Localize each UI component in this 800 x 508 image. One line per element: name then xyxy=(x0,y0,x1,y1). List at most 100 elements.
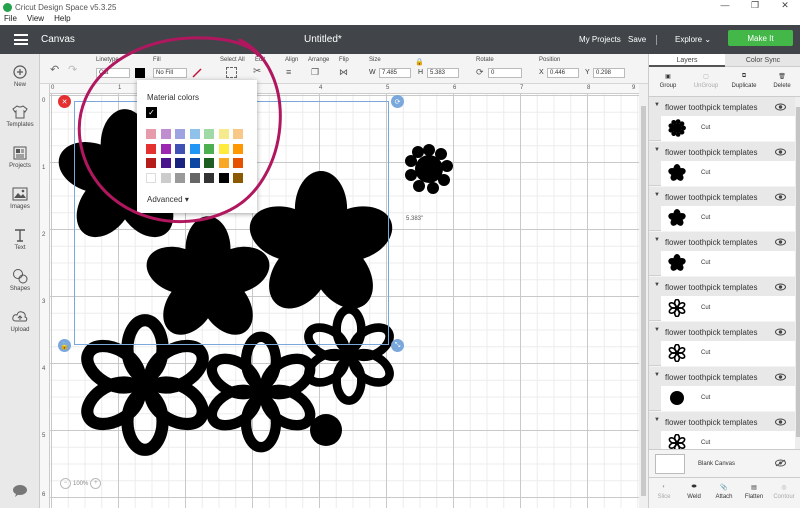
color-swatch[interactable] xyxy=(160,172,171,183)
eye-icon[interactable] xyxy=(775,373,786,381)
eye-icon[interactable] xyxy=(775,283,786,291)
zoom-out-button[interactable]: − xyxy=(60,478,71,489)
minimize-button[interactable]: — xyxy=(710,0,740,11)
layer-item[interactable]: ▼ flower toothpick templates Cut xyxy=(649,187,795,231)
collapse-caret-icon[interactable]: ▼ xyxy=(654,282,660,288)
canvas-vertical-scrollbar[interactable] xyxy=(639,84,648,508)
tab-color-sync[interactable]: Color Sync xyxy=(725,54,800,67)
color-swatch[interactable] xyxy=(204,143,214,154)
delete-button[interactable]: 🗑 Delete xyxy=(763,67,800,90)
header-divider xyxy=(656,34,657,45)
contour-button[interactable]: ◎ Contour xyxy=(769,478,799,501)
color-swatch[interactable] xyxy=(175,129,185,139)
color-swatch[interactable] xyxy=(204,129,214,139)
zoom-in-button[interactable]: + xyxy=(90,478,102,489)
flatten-label: Flatten xyxy=(744,494,764,500)
color-swatch[interactable] xyxy=(160,143,171,154)
layer-item[interactable]: ▼ flower toothpick templates Cut xyxy=(649,232,795,276)
layer-cut-label: Cut xyxy=(701,440,711,446)
layer-item[interactable]: ▼ flower toothpick templates Cut xyxy=(649,142,795,186)
layer-item[interactable]: ▼ flower toothpick templates Cut xyxy=(649,367,795,411)
selected-color-check[interactable]: ✓ xyxy=(146,107,157,118)
blank-canvas-row[interactable]: Blank Canvas xyxy=(649,449,800,477)
eye-icon[interactable] xyxy=(775,103,786,111)
collapse-caret-icon[interactable]: ▼ xyxy=(654,192,660,198)
layer-sub-item[interactable]: Cut xyxy=(661,251,795,276)
weld-icon: ⬬ xyxy=(691,483,697,490)
blank-canvas-swatch[interactable] xyxy=(655,454,685,474)
collapse-caret-icon[interactable]: ▼ xyxy=(654,417,660,423)
make-it-button[interactable]: Make It xyxy=(728,30,793,46)
color-swatch[interactable] xyxy=(146,172,156,183)
color-swatch[interactable] xyxy=(146,158,156,168)
color-swatch[interactable] xyxy=(204,172,214,183)
rotate-handle-icon[interactable]: ⟳ xyxy=(391,95,404,108)
collapse-caret-icon[interactable]: ▼ xyxy=(654,327,660,333)
color-swatch[interactable] xyxy=(204,158,214,168)
resize-handle-icon[interactable]: ⤡ xyxy=(391,339,404,352)
circle-shape[interactable] xyxy=(310,414,342,446)
eye-icon[interactable] xyxy=(775,148,786,156)
collapse-caret-icon[interactable]: ▼ xyxy=(654,102,660,108)
color-swatch[interactable] xyxy=(233,172,243,183)
flower-shape-outline-2[interactable] xyxy=(206,337,317,447)
flower-shape-round[interactable] xyxy=(405,144,453,194)
delete-label: Delete xyxy=(773,83,791,89)
maximize-button[interactable]: ❐ xyxy=(740,0,770,11)
layer-item[interactable]: ▼ flower toothpick templates Cut xyxy=(649,322,795,366)
layer-sub-item[interactable]: Cut xyxy=(661,161,795,186)
color-swatch[interactable] xyxy=(218,158,229,168)
eye-icon[interactable] xyxy=(775,418,786,426)
color-swatch[interactable] xyxy=(218,129,229,139)
layers-scrollbar[interactable] xyxy=(795,97,800,449)
color-swatch[interactable] xyxy=(233,158,243,168)
color-swatch[interactable] xyxy=(218,172,229,183)
lock-handle-icon[interactable]: 🔒 xyxy=(58,339,71,352)
layer-title: flower toothpick templates xyxy=(665,328,758,337)
color-swatch[interactable] xyxy=(146,143,156,154)
layer-sub-item[interactable]: Cut xyxy=(661,341,795,366)
eye-icon[interactable] xyxy=(775,193,786,201)
flower-round-thumb xyxy=(667,118,686,137)
weld-button[interactable]: ⬬ Weld xyxy=(679,478,709,501)
duplicate-icon: ⧉ xyxy=(741,72,747,79)
collapse-caret-icon[interactable]: ▼ xyxy=(654,372,660,378)
color-swatch[interactable] xyxy=(175,143,185,154)
height-dimension-label: 5.383" xyxy=(406,216,424,222)
color-swatch[interactable] xyxy=(233,129,243,139)
color-swatch[interactable] xyxy=(175,172,185,183)
color-swatch[interactable] xyxy=(189,143,200,154)
color-swatch[interactable] xyxy=(175,158,185,168)
eye-hidden-icon[interactable] xyxy=(775,459,786,467)
layer-item[interactable]: ▼ flower toothpick templates Cut xyxy=(649,277,795,321)
group-button[interactable]: ▣ Group xyxy=(649,67,687,90)
explore-dropdown[interactable]: Explore ⌄ xyxy=(675,35,711,44)
close-window-button[interactable]: ✕ xyxy=(770,0,800,11)
flatten-button[interactable]: ▤ Flatten xyxy=(739,478,769,501)
eye-icon[interactable] xyxy=(775,238,786,246)
tab-layers[interactable]: Layers xyxy=(649,54,725,67)
eye-icon[interactable] xyxy=(775,328,786,336)
color-swatch[interactable] xyxy=(160,158,171,168)
slice-button[interactable]: ◐ Slice xyxy=(649,478,679,500)
duplicate-label: Duplicate xyxy=(731,83,757,89)
color-swatch[interactable] xyxy=(189,158,200,168)
delete-handle-icon[interactable]: ✕ xyxy=(58,95,71,108)
color-swatch[interactable] xyxy=(160,129,171,139)
ungroup-button[interactable]: ▢ UnGroup xyxy=(687,67,725,90)
layer-sub-item[interactable]: Cut xyxy=(661,296,795,321)
color-swatch[interactable] xyxy=(189,172,200,183)
layer-sub-item[interactable]: Cut xyxy=(661,206,795,231)
duplicate-button[interactable]: ⧉ Duplicate xyxy=(725,67,763,90)
attach-button[interactable]: 📎 Attach xyxy=(709,478,739,501)
layer-item[interactable]: ▼ flower toothpick templates Cut xyxy=(649,97,795,141)
advanced-toggle[interactable]: Advanced ▾ xyxy=(147,195,189,204)
color-swatch[interactable] xyxy=(146,129,156,139)
layer-sub-item[interactable]: Cut xyxy=(661,386,795,411)
collapse-caret-icon[interactable]: ▼ xyxy=(654,237,660,243)
layer-sub-item[interactable]: Cut xyxy=(661,116,795,141)
color-swatch[interactable] xyxy=(189,129,200,139)
color-swatch[interactable] xyxy=(233,143,243,154)
collapse-caret-icon[interactable]: ▼ xyxy=(654,147,660,153)
color-swatch[interactable] xyxy=(218,143,229,154)
